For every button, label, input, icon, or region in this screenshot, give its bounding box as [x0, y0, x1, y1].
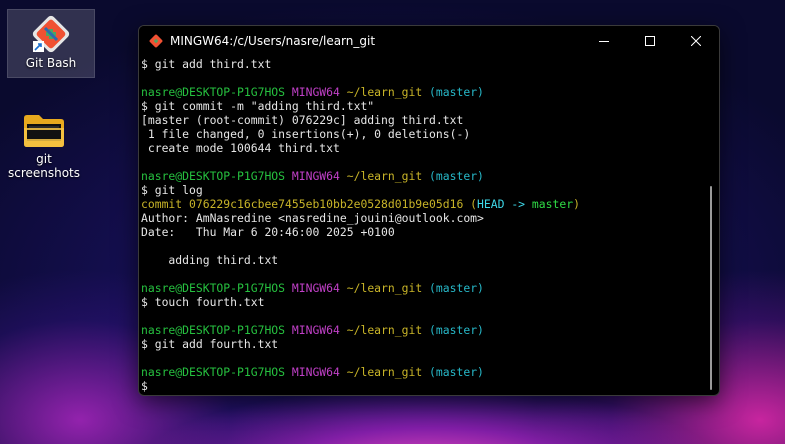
- terminal-line: create mode 100644 third.txt: [141, 141, 705, 155]
- terminal-line: Date: Thu Mar 6 20:46:00 2025 +0100: [141, 225, 705, 239]
- terminal-text: ): [573, 197, 580, 211]
- close-icon: [691, 36, 701, 46]
- git-bash-window[interactable]: MINGW64:/c/Users/nasre/learn_git $ git a…: [138, 25, 720, 396]
- terminal-line: adding third.txt: [141, 253, 705, 267]
- terminal-text: MINGW64: [291, 323, 340, 337]
- terminal-text: MINGW64: [291, 169, 340, 183]
- terminal-text: (master): [429, 169, 484, 183]
- terminal-text: commit 076229c16cbee7455eb10bb2e0528d01b…: [141, 197, 478, 211]
- terminal-text: Date: Thu Mar 6 20:46:00 2025 +0100: [141, 225, 395, 239]
- minimize-icon: [599, 41, 609, 42]
- terminal-text: [master (root-commit) 076229c] adding th…: [141, 113, 464, 127]
- terminal-text: ~/learn_git: [346, 169, 423, 183]
- minimize-button[interactable]: [581, 26, 627, 56]
- terminal-text: $ git commit -m "adding third.txt": [141, 99, 375, 113]
- git-bash-icon: [149, 34, 163, 48]
- maximize-button[interactable]: [627, 26, 673, 56]
- maximize-icon: [645, 36, 655, 46]
- terminal-line: $ git commit -m "adding third.txt": [141, 99, 705, 113]
- terminal-text: master: [531, 197, 574, 211]
- terminal-text: $ git log: [141, 183, 203, 197]
- terminal-text: ~/learn_git: [346, 323, 423, 337]
- terminal-text: MINGW64: [291, 365, 340, 379]
- desktop-icon-git-bash[interactable]: Git Bash: [7, 9, 95, 78]
- terminal-text: MINGW64: [291, 85, 340, 99]
- terminal-text: (master): [429, 85, 484, 99]
- terminal-text: nasre@DESKTOP-P1G7HOS: [141, 365, 286, 379]
- terminal-text: nasre@DESKTOP-P1G7HOS: [141, 169, 286, 183]
- terminal-text: $ touch fourth.txt: [141, 295, 265, 309]
- terminal-line: $: [141, 379, 705, 393]
- desktop-icon-git-screenshots[interactable]: git screenshots: [0, 110, 88, 180]
- terminal-text: $ git add third.txt: [141, 57, 272, 71]
- terminal-line: $ git add third.txt: [141, 57, 705, 71]
- terminal-line: nasre@DESKTOP-P1G7HOS MINGW64 ~/learn_gi…: [141, 85, 705, 99]
- terminal-text: (master): [429, 365, 484, 379]
- terminal-line: nasre@DESKTOP-P1G7HOS MINGW64 ~/learn_gi…: [141, 169, 705, 183]
- terminal-output[interactable]: $ git add third.txt nasre@DESKTOP-P1G7HOS…: [141, 57, 705, 395]
- terminal-text: nasre@DESKTOP-P1G7HOS: [141, 85, 286, 99]
- terminal-scrollbar[interactable]: [710, 186, 712, 390]
- terminal-text: adding third.txt: [141, 253, 279, 267]
- desktop-icon-label: Git Bash: [25, 56, 77, 70]
- terminal-line: nasre@DESKTOP-P1G7HOS MINGW64 ~/learn_gi…: [141, 281, 705, 295]
- git-bash-icon: [31, 14, 71, 54]
- terminal-text: (master): [429, 323, 484, 337]
- folder-icon: [22, 110, 66, 150]
- terminal-line: [master (root-commit) 076229c] adding th…: [141, 113, 705, 127]
- terminal-line: nasre@DESKTOP-P1G7HOS MINGW64 ~/learn_gi…: [141, 365, 705, 379]
- terminal-text: nasre@DESKTOP-P1G7HOS: [141, 323, 286, 337]
- terminal-text: create mode 100644 third.txt: [141, 141, 340, 155]
- terminal-text: nasre@DESKTOP-P1G7HOS: [141, 281, 286, 295]
- terminal-text: (master): [429, 281, 484, 295]
- terminal-line: $ git add fourth.txt: [141, 337, 705, 351]
- terminal-line: nasre@DESKTOP-P1G7HOS MINGW64 ~/learn_gi…: [141, 323, 705, 337]
- terminal-text: ~/learn_git: [346, 281, 423, 295]
- terminal-line: $ git log: [141, 183, 705, 197]
- window-title: MINGW64:/c/Users/nasre/learn_git: [170, 34, 376, 48]
- terminal-text: $: [141, 379, 148, 393]
- desktop-icon-label: git screenshots: [7, 152, 81, 180]
- window-titlebar[interactable]: MINGW64:/c/Users/nasre/learn_git: [139, 26, 719, 56]
- terminal-line: commit 076229c16cbee7455eb10bb2e0528d01b…: [141, 197, 705, 211]
- terminal-line: 1 file changed, 0 insertions(+), 0 delet…: [141, 127, 705, 141]
- terminal-text: ~/learn_git: [346, 85, 423, 99]
- close-button[interactable]: [673, 26, 719, 56]
- terminal-text: HEAD ->: [477, 197, 532, 211]
- terminal-text: $ git add fourth.txt: [141, 337, 279, 351]
- terminal-line: Author: AmNasredine <nasredine_jouini@ou…: [141, 211, 705, 225]
- terminal-line: $ touch fourth.txt: [141, 295, 705, 309]
- terminal-text: Author: AmNasredine <nasredine_jouini@ou…: [141, 211, 484, 225]
- terminal-text: 1 file changed, 0 insertions(+), 0 delet…: [141, 127, 471, 141]
- terminal-text: ~/learn_git: [346, 365, 423, 379]
- terminal-text: MINGW64: [291, 281, 340, 295]
